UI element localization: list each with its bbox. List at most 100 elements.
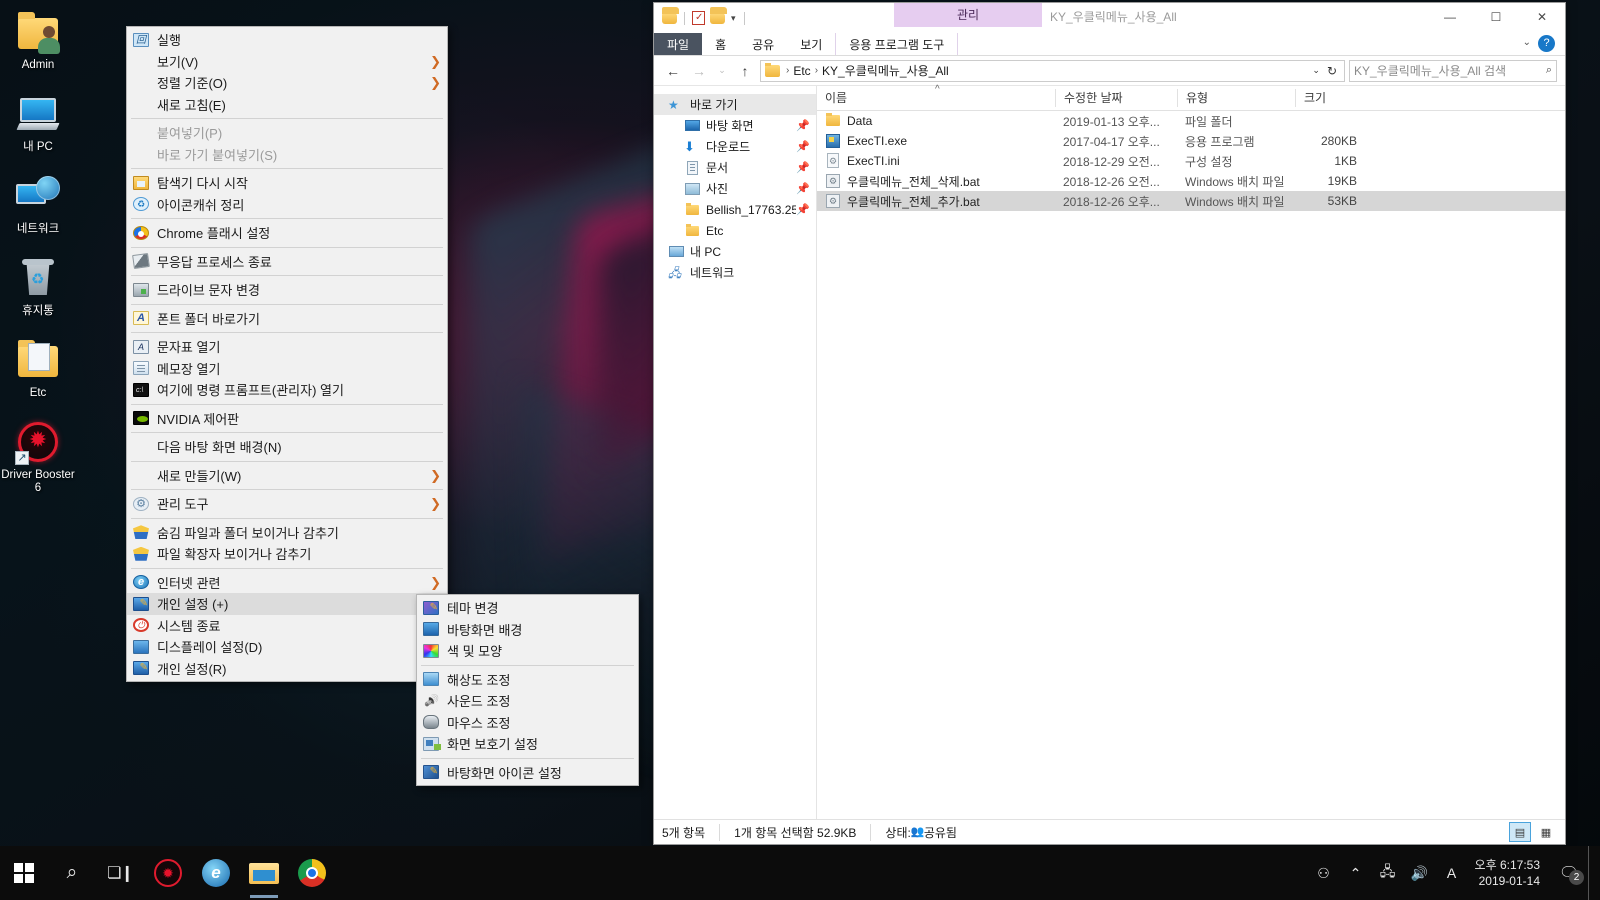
context-menu-item-3[interactable]: 새로 고침(E) — [127, 94, 447, 116]
notification-center-button[interactable]: 🗨 2 — [1552, 863, 1586, 885]
breadcrumb[interactable]: › Etc › KY_우클릭메뉴_사용_All ⌄ ↻ — [760, 59, 1345, 82]
pin-icon[interactable]: 📌 — [796, 203, 810, 216]
context-menu-item-10[interactable]: 드라이브 문자 변경 — [127, 279, 447, 301]
pin-icon[interactable]: 📌 — [796, 119, 810, 132]
desktop-icon-admin[interactable]: Admin — [0, 8, 76, 72]
pin-icon[interactable]: 📌 — [796, 182, 810, 195]
context-menu-item-23[interactable]: 시스템 종료❯ — [127, 615, 447, 637]
context-menu-item-7[interactable]: 아이콘캐쉬 정리 — [127, 194, 447, 216]
desktop-icon-this-pc[interactable]: 내 PC — [0, 90, 76, 154]
submenu-item-5[interactable]: 마우스 조정 — [417, 712, 638, 734]
context-menu-item-1[interactable]: 보기(V) ❯ — [127, 51, 447, 73]
tab-application-tools[interactable]: 응용 프로그램 도구 — [835, 33, 959, 55]
nav-pane-item-6[interactable]: Etc — [654, 220, 816, 241]
minimize-button[interactable]: — — [1427, 3, 1473, 31]
table-row[interactable]: Data 2019-01-13 오후... 파일 폴더 — [817, 111, 1565, 131]
nav-pane-item-5[interactable]: Bellish_17763.25 📌 — [654, 199, 816, 220]
explorer-title-bar[interactable]: ✓ ▾ 관리 KY_우클릭메뉴_사용_All — ☐ ✕ — [654, 3, 1565, 33]
qat-properties-icon[interactable]: ✓ — [691, 10, 707, 26]
ribbon-collapse-chevron-icon[interactable]: ⌄ — [1523, 37, 1531, 48]
internet-explorer-taskbar-button[interactable]: e — [192, 846, 240, 900]
submenu-item-3[interactable]: 해상도 조정 — [417, 669, 638, 691]
refresh-icon[interactable]: ↻ — [1324, 64, 1340, 78]
submenu-item-2[interactable]: 색 및 모양 — [417, 640, 638, 662]
submenu-item-4[interactable]: 사운드 조정 — [417, 690, 638, 712]
desktop-icon-etc[interactable]: Etc — [0, 336, 76, 400]
tab-home[interactable]: 홈 — [702, 33, 739, 55]
context-menu-item-11[interactable]: 폰트 폴더 바로가기 — [127, 308, 447, 330]
context-menu-item-25[interactable]: 개인 설정(R) — [127, 658, 447, 680]
nav-pane-item-1[interactable]: 바탕 화면 📌 — [654, 115, 816, 136]
qat-folder-icon[interactable] — [662, 7, 679, 26]
context-menu-item-19[interactable]: 숨김 파일과 폴더 보이거나 감추기 — [127, 522, 447, 544]
column-header-date[interactable]: 수정한 날짜 — [1055, 89, 1177, 107]
search-input[interactable]: KY_우클릭메뉴_사용_All 검색 ⌕ — [1349, 59, 1557, 82]
back-button[interactable]: ← — [662, 60, 684, 82]
breadcrumb-item-current[interactable]: KY_우클릭메뉴_사용_All — [820, 62, 951, 79]
nav-pane-item-7[interactable]: 내 PC — [654, 241, 816, 262]
context-menu-item-14[interactable]: 여기에 명령 프롬프트(관리자) 열기 — [127, 379, 447, 401]
maximize-button[interactable]: ☐ — [1473, 3, 1519, 31]
context-menu-item-13[interactable]: 메모장 열기 — [127, 358, 447, 380]
chrome-taskbar-button[interactable] — [288, 846, 336, 900]
submenu-item-1[interactable]: 바탕화면 배경 — [417, 619, 638, 641]
submenu-item-6[interactable]: 화면 보호기 설정 — [417, 733, 638, 755]
pin-icon[interactable]: 📌 — [796, 140, 810, 153]
forward-button[interactable]: → — [688, 60, 710, 82]
tab-view[interactable]: 보기 — [787, 33, 835, 55]
nav-pane-item-8[interactable]: 네트워크 — [654, 262, 816, 283]
show-hidden-icons-chevron-up-icon[interactable]: ⌃ — [1341, 865, 1371, 882]
large-icons-view-button[interactable]: ▦ — [1535, 822, 1557, 842]
context-menu-item-12[interactable]: 문자표 열기 — [127, 336, 447, 358]
driver-booster-taskbar-button[interactable]: ✹ — [144, 846, 192, 900]
submenu-item-7[interactable]: 바탕화면 아이콘 설정 — [417, 762, 638, 784]
volume-icon[interactable]: 🔊 — [1405, 865, 1435, 882]
task-view-button[interactable]: ❏❙ — [96, 846, 144, 900]
table-row[interactable]: ExecTI.exe 2017-04-17 오후... 응용 프로그램 280KB — [817, 131, 1565, 151]
table-row[interactable]: 우클릭메뉴_전체_추가.bat 2018-12-26 오후... Windows 배… — [817, 191, 1565, 211]
context-menu-item-6[interactable]: 탐색기 다시 시작 — [127, 172, 447, 194]
recent-locations-chevron-down-icon[interactable]: ⌄ — [714, 60, 730, 82]
desktop-icon-recycle-bin[interactable]: ♻ 휴지통 — [0, 254, 76, 318]
people-icon[interactable]: ⚇ — [1309, 865, 1339, 882]
qat-new-folder-icon[interactable] — [710, 7, 727, 26]
context-menu-item-16[interactable]: 다음 바탕 화면 배경(N) — [127, 436, 447, 458]
pin-icon[interactable]: 📌 — [796, 161, 810, 174]
show-desktop-button[interactable] — [1588, 846, 1594, 900]
ime-indicator[interactable]: A — [1437, 865, 1467, 881]
address-dropdown-chevron-down-icon[interactable]: ⌄ — [1308, 65, 1324, 76]
context-menu-item-0[interactable]: 실행 — [127, 29, 447, 51]
close-button[interactable]: ✕ — [1519, 3, 1565, 31]
tab-share[interactable]: 공유 — [739, 33, 787, 55]
up-button[interactable]: ↑ — [734, 60, 756, 82]
clock[interactable]: 오후 6:17:53 2019-01-14 — [1469, 857, 1550, 889]
tab-file[interactable]: 파일 — [654, 33, 703, 55]
context-menu-item-9[interactable]: 무응답 프로세스 종료 — [127, 251, 447, 273]
search-button[interactable]: ⌕ — [48, 846, 96, 900]
qat-chevron-down-icon[interactable]: ▾ — [729, 13, 738, 24]
context-menu-item-21[interactable]: 인터넷 관련 ❯ — [127, 572, 447, 594]
context-menu-item-15[interactable]: NVIDIA 제어판 — [127, 408, 447, 430]
details-view-button[interactable]: ▤ — [1509, 822, 1531, 842]
context-menu-item-2[interactable]: 정렬 기준(O) ❯ — [127, 72, 447, 94]
column-header-size[interactable]: 크기 — [1295, 89, 1367, 107]
context-menu-item-17[interactable]: 새로 만들기(W) ❯ — [127, 465, 447, 487]
breadcrumb-item-etc[interactable]: Etc — [791, 64, 812, 78]
table-row[interactable]: 우클릭메뉴_전체_삭제.bat 2018-12-26 오전... Windows 배… — [817, 171, 1565, 191]
context-menu-item-20[interactable]: 파일 확장자 보이거나 감추기 — [127, 543, 447, 565]
nav-pane-item-0[interactable]: 바로 가기 — [654, 94, 816, 115]
table-row[interactable]: ExecTI.ini 2018-12-29 오전... 구성 설정 1KB — [817, 151, 1565, 171]
start-button[interactable] — [0, 846, 48, 900]
help-icon[interactable]: ? — [1538, 35, 1555, 52]
context-menu-item-24[interactable]: 디스플레이 설정(D) — [127, 636, 447, 658]
nav-pane-item-3[interactable]: 문서 📌 — [654, 157, 816, 178]
context-menu-item-18[interactable]: 관리 도구 ❯ — [127, 493, 447, 515]
nav-pane-item-4[interactable]: 사진 📌 — [654, 178, 816, 199]
context-menu-item-22[interactable]: 개인 설정 (+)❯ — [127, 593, 447, 615]
submenu-item-0[interactable]: 테마 변경 — [417, 597, 638, 619]
file-explorer-taskbar-button[interactable] — [240, 846, 288, 900]
network-icon[interactable]: 🖧 — [1373, 861, 1403, 885]
desktop-icon-network[interactable]: 네트워크 — [0, 172, 76, 236]
nav-pane-item-2[interactable]: 다운로드 📌 — [654, 136, 816, 157]
desktop-icon-driver-booster[interactable]: ↗ Driver Booster 6 — [0, 418, 76, 495]
